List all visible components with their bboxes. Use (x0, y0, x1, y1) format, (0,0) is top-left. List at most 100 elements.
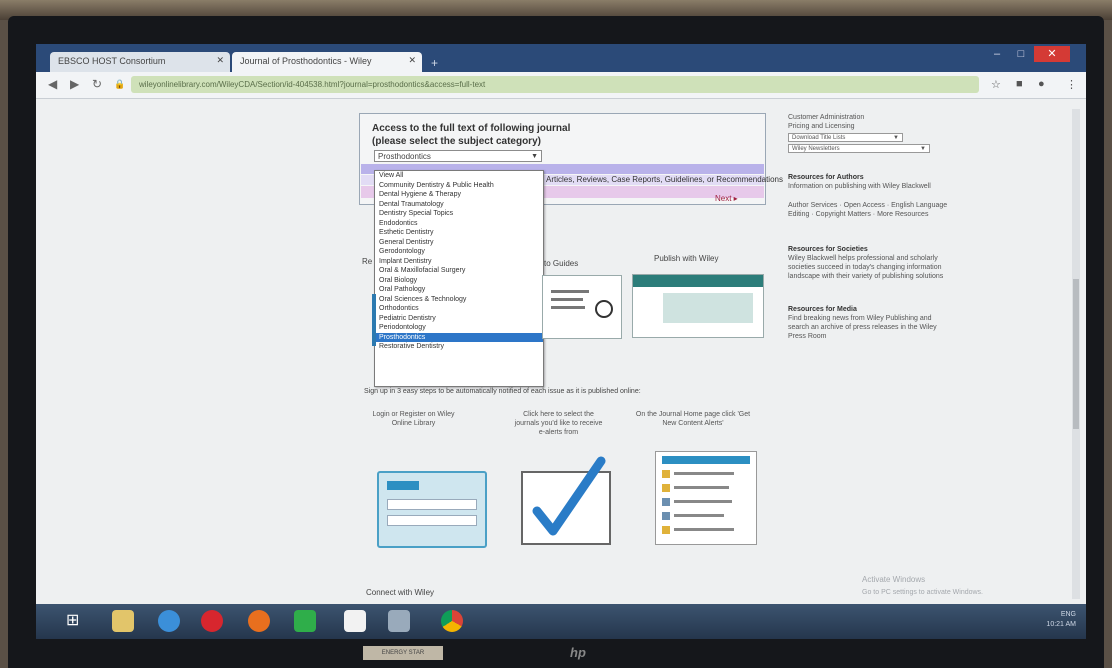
close-window-button[interactable]: ✕ (1034, 46, 1070, 62)
title-lists-select[interactable]: Download Title Lists ▼ (788, 133, 903, 142)
sidebar-line[interactable]: Pricing and Licensing (788, 122, 948, 131)
text-line (551, 306, 585, 309)
text-line (674, 528, 734, 531)
tab-ebsco[interactable]: EBSCO HOST Consortium ✕ (50, 52, 230, 72)
dropdown-option[interactable]: Oral Sciences & Technology (375, 295, 543, 305)
sidebar-links[interactable]: Author Services · Open Access · English … (788, 201, 948, 219)
chevron-down-icon: ▼ (531, 153, 538, 160)
system-tray[interactable]: ENG 10:21 AM (946, 610, 1076, 630)
dropdown-option[interactable]: Oral Pathology (375, 285, 543, 295)
dropdown-option[interactable]: Orthodontics (375, 304, 543, 314)
arrow-right-icon: ▸ (731, 194, 738, 203)
app-icon[interactable] (388, 610, 410, 632)
text-line (674, 514, 724, 517)
sidebar-text[interactable]: Information on publishing with Wiley Bla… (788, 182, 948, 191)
browser-tab-bar: EBSCO HOST Consortium ✕ Journal of Prost… (36, 44, 1086, 72)
login-card-image[interactable] (377, 471, 487, 548)
dropdown-option[interactable]: Oral & Maxillofacial Surgery (375, 266, 543, 276)
play-icon (595, 300, 613, 318)
dropdown-option[interactable]: Pediatric Dentistry (375, 314, 543, 324)
panel-title-line2: (please select the subject category) (372, 136, 541, 147)
dropdown-option[interactable]: Endodontics (375, 219, 543, 229)
chevron-down-icon: ▼ (920, 146, 926, 152)
tab-wiley[interactable]: Journal of Prosthodontics - Wiley ✕ (232, 52, 422, 72)
alerts-header (662, 456, 750, 464)
next-button[interactable]: Next ▸ (715, 194, 738, 203)
dropdown-option[interactable]: Esthetic Dentistry (375, 228, 543, 238)
url-input[interactable]: wileyonlinelibrary.com/WileyCDA/Section/… (131, 76, 979, 93)
dropdown-option[interactable]: General Dentistry (375, 238, 543, 248)
file-explorer-icon[interactable] (112, 610, 134, 632)
chrome-icon[interactable] (441, 610, 463, 632)
sidebar-text[interactable]: Wiley Blackwell helps professional and s… (788, 254, 948, 281)
title-lists-select-value: Download Title Lists (792, 135, 846, 141)
sidebar-heading: Resources for Authors (788, 174, 864, 181)
newsletters-select[interactable]: Wiley Newsletters ▼ (788, 144, 930, 153)
dropdown-option[interactable]: View All (375, 171, 543, 181)
opera-icon[interactable] (201, 610, 223, 632)
step1-text: Login or Register on Wiley Online Librar… (372, 411, 455, 427)
internet-explorer-icon[interactable] (158, 610, 180, 632)
address-bar-row: ◀ ▶ ↻ 🔒 wileyonlinelibrary.com/WileyCDA/… (36, 72, 1086, 99)
account-icon[interactable]: ● (1038, 78, 1045, 90)
tab-label: EBSCO HOST Consortium (58, 56, 166, 66)
step3-text: On the Journal Home page click 'Get New … (635, 411, 751, 427)
close-icon[interactable]: ✕ (216, 55, 224, 66)
panel-title: Access to the full text of following jou… (372, 122, 672, 148)
activate-windows-subtitle: Go to PC settings to activate Windows. (862, 589, 983, 596)
resources-label: Re (362, 257, 373, 266)
dropdown-option[interactable]: Oral Biology (375, 276, 543, 286)
screen: EBSCO HOST Consortium ✕ Journal of Prost… (36, 44, 1086, 639)
thumbnail-header (633, 275, 763, 287)
dropdown-option[interactable]: Community Dentistry & Public Health (375, 181, 543, 191)
new-tab-button[interactable]: + (431, 56, 438, 70)
password-field-image (387, 515, 477, 526)
accent-bar (372, 294, 376, 346)
extension-icon[interactable]: ■ (1016, 78, 1023, 90)
checkmark-icon (532, 456, 606, 536)
envelope-icon (662, 498, 670, 506)
menu-icon[interactable]: ⋮ (1066, 78, 1077, 91)
close-icon[interactable]: ✕ (408, 55, 416, 66)
publish-label: Publish with Wiley (654, 254, 719, 263)
star-icon (662, 526, 670, 534)
publish-thumbnail[interactable] (632, 274, 764, 338)
content-alerts-image[interactable] (655, 451, 757, 545)
chevron-down-icon: ▼ (893, 135, 899, 141)
dropdown-option[interactable]: Dental Traumatology (375, 200, 543, 210)
connect-label: Connect with Wiley (366, 588, 435, 597)
dropdown-option[interactable]: Gerodontology (375, 247, 543, 257)
sidebar-text[interactable]: Find breaking news from Wiley Publishing… (788, 314, 948, 341)
checkmark-image[interactable] (521, 456, 611, 545)
dropdown-option[interactable]: Dental Hygiene & Therapy (375, 190, 543, 200)
sidebar-line[interactable]: Customer Administration (788, 113, 948, 122)
next-button-label: Next (715, 194, 732, 203)
chat-app-icon[interactable] (294, 610, 316, 632)
document-icon[interactable] (344, 610, 366, 632)
scrollbar[interactable] (1072, 109, 1080, 599)
firefox-icon[interactable] (248, 610, 270, 632)
login-header (387, 481, 419, 490)
reload-icon[interactable]: ↻ (92, 77, 102, 91)
forward-icon[interactable]: ▶ (70, 77, 79, 91)
maximize-button[interactable]: □ (1010, 46, 1032, 62)
text-line (551, 298, 583, 301)
star-icon[interactable]: ☆ (991, 78, 1001, 91)
dropdown-option[interactable]: Periodontology (375, 323, 543, 333)
dropdown-option[interactable]: Implant Dentistry (375, 257, 543, 267)
dropdown-option[interactable]: Dentistry Special Topics (375, 209, 543, 219)
category-select[interactable]: Prosthodontics ▼ (374, 150, 542, 162)
bell-icon (662, 470, 670, 478)
back-icon[interactable]: ◀ (48, 77, 57, 91)
scrollbar-thumb[interactable] (1073, 279, 1079, 429)
dropdown-option[interactable]: Restorative Dentistry (375, 342, 543, 352)
category-dropdown-list[interactable]: View All Community Dentistry & Public He… (374, 170, 544, 387)
text-line (674, 500, 732, 503)
text-line (674, 486, 729, 489)
windows-start-icon[interactable]: ⊞ (66, 610, 88, 632)
minimize-button[interactable]: – (986, 46, 1008, 62)
sidebar-heading: Resources for Media (788, 306, 857, 313)
dropdown-option-selected[interactable]: Prosthodontics (375, 332, 543, 342)
category-select-value: Prosthodontics (378, 152, 431, 161)
guides-thumbnail[interactable] (542, 275, 622, 339)
